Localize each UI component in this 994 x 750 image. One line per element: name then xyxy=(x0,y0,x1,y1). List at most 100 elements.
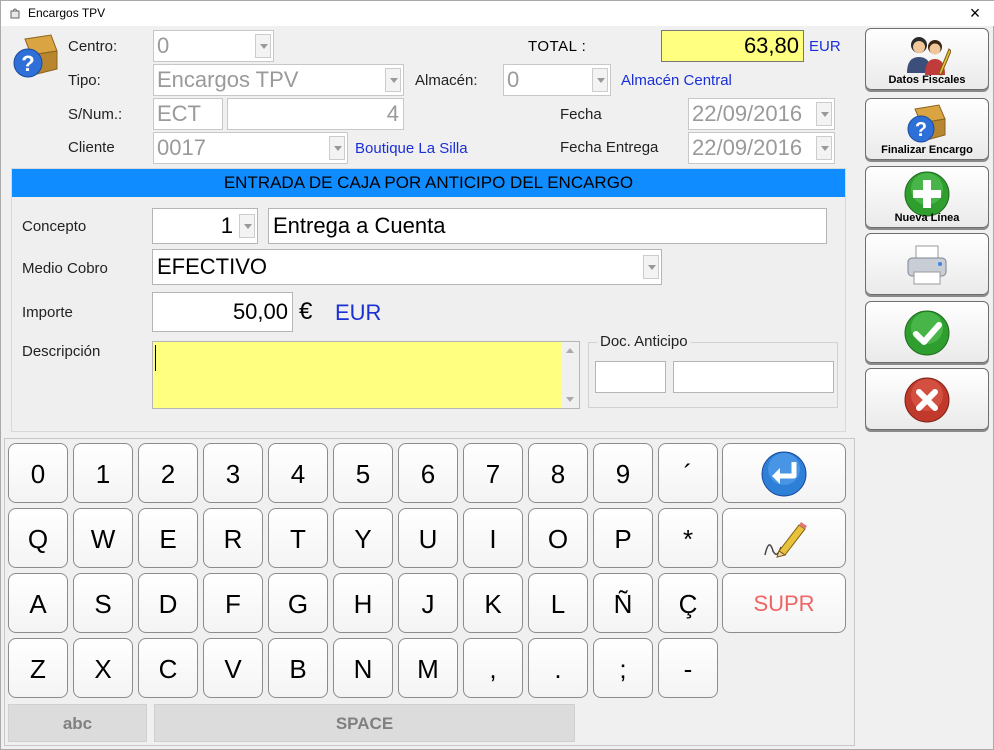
serie-value: ECT xyxy=(157,101,201,126)
delete-key[interactable]: SUPR xyxy=(722,573,846,633)
numero-field[interactable]: 4 xyxy=(227,98,404,130)
finalizar-encargo-button[interactable]: ? Finalizar Encargo xyxy=(865,98,989,160)
doc-anticipo-serie-field[interactable] xyxy=(595,361,666,393)
key-0-2[interactable]: 2 xyxy=(138,443,198,503)
doc-anticipo-label: Doc. Anticipo xyxy=(597,333,691,350)
key-0-4[interactable]: 4 xyxy=(268,443,328,503)
descripcion-scrollbar[interactable] xyxy=(562,342,579,408)
checkmark-icon xyxy=(904,310,950,356)
importe-value: 50,00 xyxy=(232,299,288,324)
key-2-0[interactable]: A xyxy=(8,573,68,633)
key-2-4[interactable]: G xyxy=(268,573,328,633)
print-button[interactable] xyxy=(865,233,989,295)
close-icon[interactable]: × xyxy=(963,3,987,23)
snum-label: S/Num.: xyxy=(68,106,123,123)
key-1-3[interactable]: R xyxy=(203,508,263,568)
medio-cobro-value: EFECTIVO xyxy=(157,254,268,279)
key-2-5[interactable]: H xyxy=(333,573,393,633)
chevron-down-icon xyxy=(643,255,659,279)
almacen-select[interactable]: 0 xyxy=(503,64,611,96)
key-2-9[interactable]: Ñ xyxy=(593,573,653,633)
key-0-6[interactable]: 6 xyxy=(398,443,458,503)
medio-cobro-select[interactable]: EFECTIVO xyxy=(152,249,662,285)
svg-text:?: ? xyxy=(915,119,927,141)
key-2-8[interactable]: L xyxy=(528,573,588,633)
key-1-7[interactable]: I xyxy=(463,508,523,568)
key-3-5[interactable]: N xyxy=(333,638,393,698)
fecha-entrega-label: Fecha Entrega xyxy=(560,139,659,156)
key-0-10[interactable]: ´ xyxy=(658,443,718,503)
key-1-5[interactable]: Y xyxy=(333,508,393,568)
key-1-2[interactable]: E xyxy=(138,508,198,568)
key-1-4[interactable]: T xyxy=(268,508,328,568)
key-0-5[interactable]: 5 xyxy=(333,443,393,503)
key-3-9[interactable]: ; xyxy=(593,638,653,698)
key-0-0[interactable]: 0 xyxy=(8,443,68,503)
key-1-9[interactable]: P xyxy=(593,508,653,568)
space-key[interactable]: SPACE xyxy=(154,704,575,742)
centro-value: 0 xyxy=(157,33,170,58)
importe-currency: EUR xyxy=(335,300,382,325)
fecha-picker[interactable]: 22/09/2016 xyxy=(688,98,835,130)
key-3-10[interactable]: - xyxy=(658,638,718,698)
enter-key[interactable] xyxy=(722,443,846,503)
almacen-label: Almacén: xyxy=(415,72,478,89)
chevron-down-icon xyxy=(816,136,832,160)
key-3-3[interactable]: V xyxy=(203,638,263,698)
almacen-value: 0 xyxy=(507,67,520,92)
fecha-entrega-picker[interactable]: 22/09/2016 xyxy=(688,132,835,164)
order-header: ? Centro: 0 Tipo: Encargos TPV Almacén: … xyxy=(1,26,861,166)
key-0-3[interactable]: 3 xyxy=(203,443,263,503)
tipo-select[interactable]: Encargos TPV xyxy=(153,64,404,96)
chevron-down-icon xyxy=(255,34,271,58)
key-3-0[interactable]: Z xyxy=(8,638,68,698)
doc-anticipo-numero-field[interactable] xyxy=(673,361,834,393)
importe-field[interactable]: 50,00 xyxy=(152,292,293,332)
centro-select[interactable]: 0 xyxy=(153,30,274,62)
datos-fiscales-button[interactable]: Datos Fiscales xyxy=(865,28,989,90)
signature-key[interactable] xyxy=(722,508,846,568)
key-3-6[interactable]: M xyxy=(398,638,458,698)
key-0-8[interactable]: 8 xyxy=(528,443,588,503)
cliente-label: Cliente xyxy=(68,139,115,156)
key-1-8[interactable]: O xyxy=(528,508,588,568)
enter-arrow-icon xyxy=(761,451,807,497)
chevron-down-icon xyxy=(329,136,345,160)
descripcion-textarea[interactable] xyxy=(152,341,580,409)
key-3-2[interactable]: C xyxy=(138,638,198,698)
serie-field[interactable]: ECT xyxy=(153,98,223,130)
key-1-0[interactable]: Q xyxy=(8,508,68,568)
concepto-text-field[interactable]: Entrega a Cuenta xyxy=(268,208,827,244)
key-2-1[interactable]: S xyxy=(73,573,133,633)
encargos-window: Encargos TPV × ? Centro: 0 Tipo: Encargo… xyxy=(0,0,994,750)
key-2-10[interactable]: Ç xyxy=(658,573,718,633)
key-2-3[interactable]: F xyxy=(203,573,263,633)
key-3-8[interactable]: . xyxy=(528,638,588,698)
nueva-linea-button[interactable]: Nueva Línea xyxy=(865,166,989,228)
key-1-6[interactable]: U xyxy=(398,508,458,568)
key-0-7[interactable]: 7 xyxy=(463,443,523,503)
title-bar: Encargos TPV × xyxy=(1,1,994,26)
cancel-button[interactable] xyxy=(865,368,989,430)
fecha-label: Fecha xyxy=(560,106,602,123)
key-2-2[interactable]: D xyxy=(138,573,198,633)
key-1-10[interactable]: * xyxy=(658,508,718,568)
concepto-text: Entrega a Cuenta xyxy=(273,213,446,238)
window-title: Encargos TPV xyxy=(28,6,106,20)
key-2-6[interactable]: J xyxy=(398,573,458,633)
key-0-9[interactable]: 9 xyxy=(593,443,653,503)
chevron-down-icon xyxy=(816,102,832,126)
importe-label: Importe xyxy=(22,304,73,321)
key-3-4[interactable]: B xyxy=(268,638,328,698)
key-1-1[interactable]: W xyxy=(73,508,133,568)
abc-key[interactable]: abc xyxy=(8,704,147,742)
key-2-7[interactable]: K xyxy=(463,573,523,633)
accept-button[interactable] xyxy=(865,301,989,363)
total-value: 63,80 xyxy=(661,30,804,62)
key-3-1[interactable]: X xyxy=(73,638,133,698)
concepto-code-select[interactable]: 1 xyxy=(152,208,258,244)
app-icon xyxy=(10,8,20,19)
cliente-select[interactable]: 0017 xyxy=(153,132,348,164)
key-3-7[interactable]: , xyxy=(463,638,523,698)
key-0-1[interactable]: 1 xyxy=(73,443,133,503)
